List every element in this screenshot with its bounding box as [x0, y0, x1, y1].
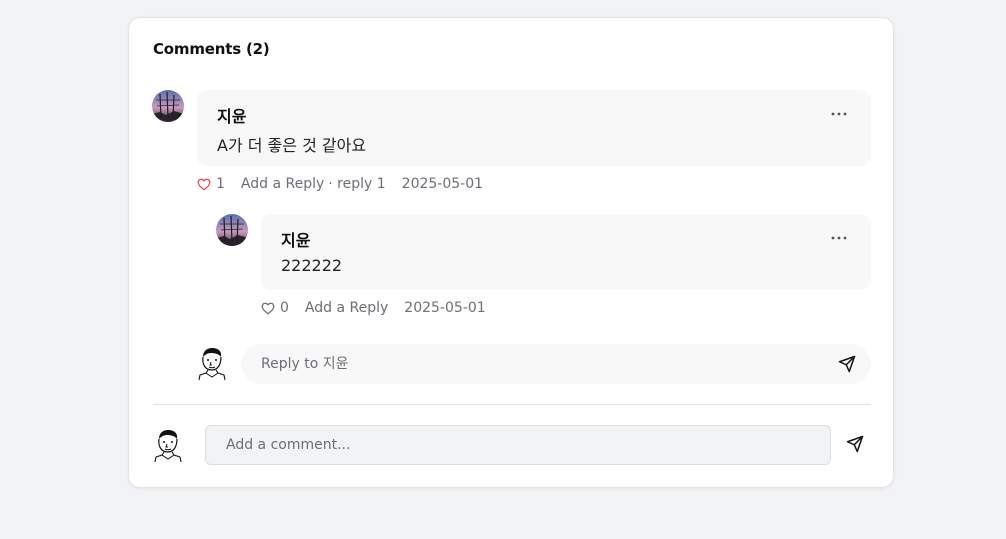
user-sketch-avatar-icon: [198, 348, 226, 381]
reply-send-button[interactable]: [835, 352, 859, 376]
more-horizontal-icon: [831, 112, 847, 116]
divider: [153, 404, 871, 405]
avatar-photo-image: [152, 90, 184, 122]
reply-author[interactable]: 지윤: [281, 227, 310, 251]
reply-bubble: 지윤 222222: [261, 214, 871, 290]
reply-text: 222222: [281, 256, 343, 275]
comment-like-button[interactable]: 1: [197, 176, 225, 192]
comment-bubble: 지윤 A가 더 좋은 것 같아요: [197, 90, 871, 166]
comment-like-count: 1: [216, 176, 225, 192]
send-icon: [846, 435, 864, 453]
reply-like-count: 0: [280, 300, 289, 316]
comment-reply-count[interactable]: · reply 1: [328, 176, 385, 192]
heart-icon: [197, 178, 211, 190]
commenter-avatar[interactable]: [152, 90, 184, 122]
comments-title: Comments (2): [153, 40, 270, 58]
user-sketch-avatar-icon: [154, 430, 182, 463]
more-horizontal-icon: [831, 236, 847, 240]
reply-meta: 0 Add a Reply 2025-05-01: [261, 300, 486, 316]
reply-add-reply-link[interactable]: Add a Reply: [305, 300, 388, 316]
comment-date: 2025-05-01: [401, 176, 484, 192]
comment-send-button[interactable]: [843, 432, 867, 456]
heart-icon: [261, 302, 275, 314]
reply-avatar[interactable]: [216, 214, 248, 246]
comment-meta: 1 Add a Reply · reply 1 2025-05-01: [197, 176, 483, 192]
comment-input[interactable]: [205, 425, 831, 465]
comment-add-reply-link[interactable]: Add a Reply: [241, 176, 324, 192]
comments-card: Comments (2) 지윤 A가 더 좋은 것 같아요 1 Add a Re…: [128, 17, 894, 488]
current-user-avatar: [153, 429, 183, 463]
send-icon: [838, 355, 856, 373]
avatar-photo-image: [216, 214, 248, 246]
comment-text: A가 더 좋은 것 같아요: [217, 136, 367, 155]
reply-more-button[interactable]: [825, 228, 853, 248]
reply-input[interactable]: [241, 344, 871, 384]
current-user-avatar: [197, 347, 227, 381]
comment-more-button[interactable]: [825, 104, 853, 124]
reply-like-button[interactable]: 0: [261, 300, 289, 316]
comment-author[interactable]: 지윤: [217, 103, 246, 127]
reply-date: 2025-05-01: [404, 300, 486, 316]
